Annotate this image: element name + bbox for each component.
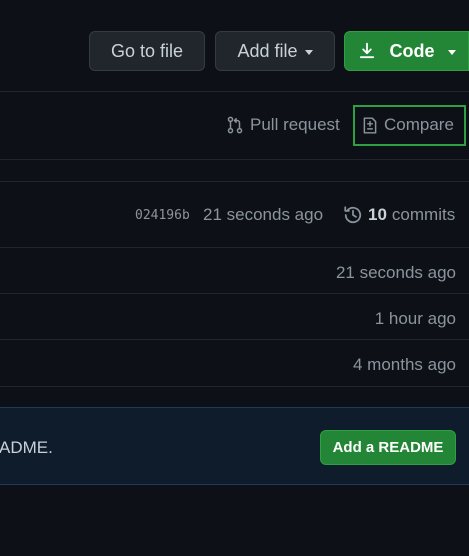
commit-count: 10 <box>368 205 387 224</box>
history-icon <box>344 206 362 224</box>
file-row-time: 21 seconds ago <box>335 263 456 282</box>
add-file-label: Add file <box>237 40 298 61</box>
file-row-time: 1 hour ago <box>374 309 456 328</box>
go-to-file-label: Go to file <box>110 40 184 61</box>
commits-label: commits <box>391 205 456 224</box>
code-label: Code <box>389 40 435 61</box>
file-row-time: 4 months ago <box>352 355 456 374</box>
file-diff-icon <box>363 116 377 134</box>
readme-banner-text: ADME. <box>0 438 53 457</box>
pull-request-link[interactable]: Pull request <box>226 115 340 135</box>
commits-link[interactable]: 10 commits <box>343 205 455 225</box>
code-button[interactable]: Code <box>344 31 469 71</box>
chevron-down-icon <box>304 49 313 55</box>
git-pull-request-icon <box>227 116 243 134</box>
add-file-button[interactable]: Add file <box>215 31 335 71</box>
chevron-down-icon <box>447 49 456 55</box>
go-to-file-button[interactable]: Go to file <box>89 31 205 71</box>
compare-link[interactable]: Compare <box>361 115 454 135</box>
add-readme-button[interactable]: Add a README <box>320 430 456 465</box>
commit-time[interactable]: 21 seconds ago <box>203 205 323 225</box>
add-readme-label: Add a README <box>332 439 444 456</box>
pull-request-label: Pull request <box>250 115 340 134</box>
compare-label: Compare <box>384 115 454 134</box>
commit-sha[interactable]: 024196b <box>135 208 190 223</box>
download-icon <box>359 42 374 59</box>
